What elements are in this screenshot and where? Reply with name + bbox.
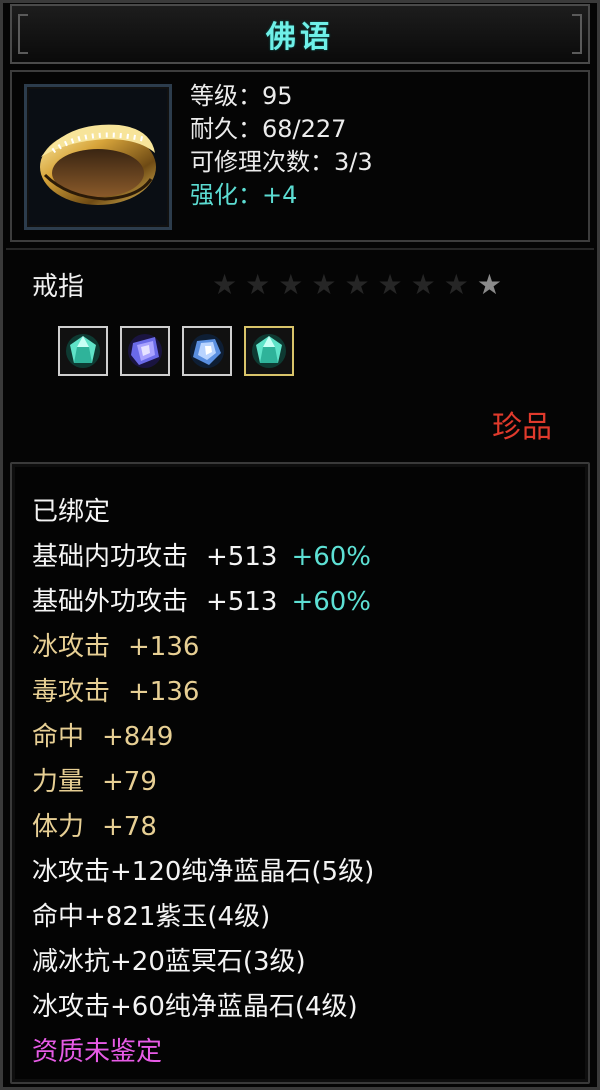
star-icon: ★ — [278, 268, 304, 301]
purple-gem-icon — [128, 334, 162, 368]
bound-status: 已绑定 — [32, 490, 374, 535]
teal-gem-icon — [66, 334, 100, 368]
aptitude-status: 资质未鉴定 — [32, 1030, 374, 1075]
gem-socket[interactable] — [120, 326, 170, 376]
title-bar: 佛语 — [10, 4, 590, 64]
attr-name: 已绑定 — [32, 497, 111, 527]
attr-name: 命中 — [32, 722, 85, 752]
gem-socket[interactable] — [182, 326, 232, 376]
star-icon: ★ — [245, 268, 271, 301]
attr-name: 资质未鉴定 — [32, 1037, 163, 1067]
attr-name: 减冰抗+20蓝冥石(3级) — [32, 947, 306, 977]
star-icon: ★ — [311, 268, 337, 301]
item-repair-count: 可修理次数：3/3 — [190, 148, 373, 176]
attr-stamina: 体力 +78 — [32, 805, 374, 850]
attr-value: +78 — [102, 812, 157, 842]
attr-accuracy: 命中 +849 — [32, 715, 374, 760]
teal-gem-icon — [252, 334, 286, 368]
item-durability: 耐久：68/227 — [190, 115, 347, 143]
gold-ring-icon — [40, 124, 156, 205]
attr-name: 基础内功攻击 — [32, 542, 189, 572]
star-icon: ★ — [212, 268, 238, 301]
attr-poison-attack: 毒攻击 +136 — [32, 670, 374, 715]
attr-value: +136 — [128, 632, 200, 662]
gem-bonus-line: 冰攻击+120纯净蓝晶石(5级) — [32, 850, 374, 895]
item-type: 戒指 — [32, 272, 85, 302]
gem-bonus-line: 冰攻击+60纯净蓝晶石(4级) — [32, 985, 374, 1030]
attr-percent: +60% — [291, 587, 372, 617]
attr-inner-attack: 基础内功攻击 +513 +60% — [32, 535, 374, 580]
section-divider — [6, 248, 594, 250]
attr-name: 毒攻击 — [32, 677, 111, 707]
star-icon: ★ — [377, 268, 403, 301]
item-stats: 等级：95 耐久：68/227 可修理次数：3/3 强化：+4 — [190, 80, 373, 212]
item-icon-frame — [24, 84, 172, 230]
attributes-list: 已绑定 基础内功攻击 +513 +60% 基础外功攻击 +513 +60% 冰攻击 +13… — [32, 490, 374, 1075]
attr-name: 冰攻击 — [32, 632, 111, 662]
star-icon: ★ — [344, 268, 370, 301]
star-icon: ★ — [443, 268, 469, 301]
attr-strength: 力量 +79 — [32, 760, 374, 805]
attr-value: +849 — [102, 722, 174, 752]
attr-ice-attack: 冰攻击 +136 — [32, 625, 374, 670]
item-header-panel: 等级：95 耐久：68/227 可修理次数：3/3 强化：+4 — [10, 70, 590, 242]
item-level: 等级：95 — [190, 82, 293, 110]
attr-name: 力量 — [32, 767, 85, 797]
attr-percent: +60% — [291, 542, 372, 572]
rarity-label: 珍品 — [492, 410, 552, 445]
gem-bonus-line: 命中+821紫玉(4级) — [32, 895, 374, 940]
attr-name: 冰攻击+60纯净蓝晶石(4级) — [32, 992, 358, 1022]
title-ornament-right — [572, 14, 582, 54]
item-title: 佛语 — [266, 20, 334, 55]
attr-name: 冰攻击+120纯净蓝晶石(5级) — [32, 857, 375, 887]
star-icon: ★ — [410, 268, 436, 301]
attr-value: +513 — [206, 542, 278, 572]
title-ornament-left — [18, 14, 28, 54]
attr-outer-attack: 基础外功攻击 +513 +60% — [32, 580, 374, 625]
star-rating: ★ ★ ★ ★ ★ ★ ★ ★ ★ — [212, 270, 502, 300]
attr-name: 命中+821紫玉(4级) — [32, 902, 271, 932]
item-enhancement: 强化：+4 — [190, 181, 298, 209]
star-icon: ★ — [476, 268, 502, 301]
attr-name: 基础外功攻击 — [32, 587, 189, 617]
gem-bonus-line: 减冰抗+20蓝冥石(3级) — [32, 940, 374, 985]
attr-value: +513 — [206, 587, 278, 617]
gem-socket[interactable] — [58, 326, 108, 376]
blue-gem-icon — [190, 334, 224, 368]
gem-sockets — [58, 326, 294, 376]
attr-value: +136 — [128, 677, 200, 707]
gem-socket[interactable] — [244, 326, 294, 376]
attr-value: +79 — [102, 767, 157, 797]
attr-name: 体力 — [32, 812, 85, 842]
